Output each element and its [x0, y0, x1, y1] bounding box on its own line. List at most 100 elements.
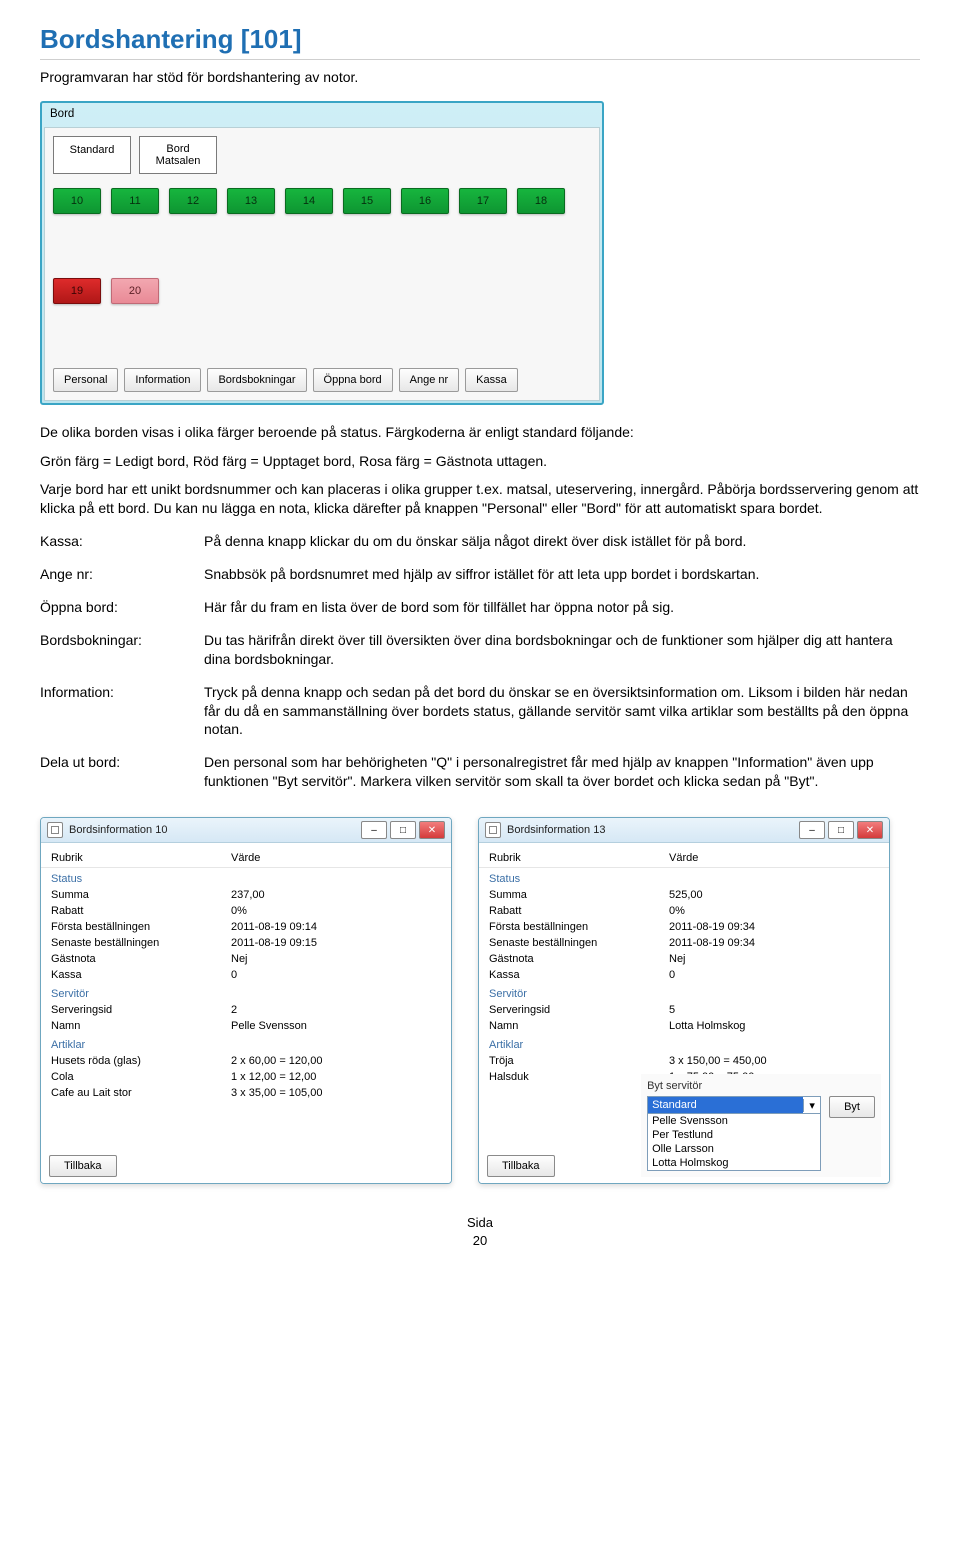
value-forsta: 2011-08-19 09:14 — [221, 919, 451, 935]
action-button[interactable]: Information — [124, 368, 201, 392]
table-tile-20[interactable]: 20 — [111, 278, 159, 304]
artikel-calc: 1 x 12,00 = 12,00 — [221, 1069, 451, 1085]
info-table-b: RubrikVärde Status Summa525,00 Rabatt0% … — [479, 849, 889, 1085]
label-kassa: Kassa — [479, 967, 659, 983]
section-artiklar: Artiklar — [41, 1034, 451, 1053]
label-forsta: Första beställningen — [41, 919, 221, 935]
servitor-dropdown-selected: Standard — [648, 1097, 803, 1113]
tillbaka-button[interactable]: Tillbaka — [487, 1155, 555, 1177]
close-icon[interactable]: ✕ — [419, 821, 445, 839]
close-icon[interactable]: ✕ — [857, 821, 883, 839]
byt-button[interactable]: Byt — [829, 1096, 875, 1118]
servitor-option[interactable]: Lotta Holmskog — [648, 1156, 820, 1170]
maximize-icon[interactable]: □ — [828, 821, 854, 839]
servitor-option[interactable]: Olle Larsson — [648, 1142, 820, 1156]
def-desc: Här får du fram en lista över de bord so… — [204, 598, 920, 617]
value-forsta: 2011-08-19 09:34 — [659, 919, 889, 935]
window-icon — [485, 822, 501, 838]
value-kassa: 0 — [221, 967, 451, 983]
minimize-icon[interactable]: – — [799, 821, 825, 839]
info-dialog-row: Bordsinformation 10 – □ ✕ RubrikVärde St… — [40, 817, 920, 1184]
byt-servitor-label: Byt servitör — [647, 1080, 875, 1092]
room-tab[interactable]: BordMatsalen — [139, 136, 217, 174]
label-senaste: Senaste beställningen — [479, 935, 659, 951]
room-tab[interactable]: Standard — [53, 136, 131, 174]
page-heading: Bordshantering [101] — [40, 22, 920, 60]
value-servid: 5 — [659, 1002, 889, 1018]
value-senaste: 2011-08-19 09:15 — [221, 935, 451, 951]
def-desc: På denna knapp klickar du om du önskar s… — [204, 532, 920, 551]
table-tile-13[interactable]: 13 — [227, 188, 275, 214]
section-artiklar: Artiklar — [479, 1034, 889, 1053]
value-rabatt: 0% — [659, 903, 889, 919]
paragraph-2: Grön färg = Ledigt bord, Röd färg = Uppt… — [40, 452, 920, 471]
action-button[interactable]: Kassa — [465, 368, 518, 392]
label-rabatt: Rabatt — [479, 903, 659, 919]
value-summa: 525,00 — [659, 887, 889, 903]
value-kassa: 0 — [659, 967, 889, 983]
table-tile-10[interactable]: 10 — [53, 188, 101, 214]
label-gastnota: Gästnota — [41, 951, 221, 967]
footer-sida: Sida — [40, 1214, 920, 1232]
action-button[interactable]: Personal — [53, 368, 118, 392]
artikel-name: Cafe au Lait stor — [41, 1085, 221, 1101]
room-tab-row: StandardBordMatsalen — [53, 136, 591, 174]
artikel-calc: 3 x 150,00 = 450,00 — [659, 1053, 889, 1069]
artikel-name: Husets röda (glas) — [41, 1053, 221, 1069]
table-tile-17[interactable]: 17 — [459, 188, 507, 214]
label-gastnota: Gästnota — [479, 951, 659, 967]
table-tile-14[interactable]: 14 — [285, 188, 333, 214]
tillbaka-button[interactable]: Tillbaka — [49, 1155, 117, 1177]
label-servid: Serveringsid — [479, 1002, 659, 1018]
value-rabatt: 0% — [221, 903, 451, 919]
definition-list: Kassa: På denna knapp klickar du om du ön… — [40, 532, 920, 791]
servitor-dropdown[interactable]: Standard ▾ — [647, 1096, 821, 1114]
action-button[interactable]: Bordsbokningar — [207, 368, 306, 392]
footer-page-number: 20 — [40, 1232, 920, 1250]
label-forsta: Första beställningen — [479, 919, 659, 935]
action-button[interactable]: Ange nr — [399, 368, 460, 392]
artikel-name: Tröja — [479, 1053, 659, 1069]
table-tile-19[interactable]: 19 — [53, 278, 101, 304]
col-varde: Värde — [659, 849, 889, 868]
info-table-a: RubrikVärde Status Summa237,00 Rabatt0% … — [41, 849, 451, 1101]
window-icon — [47, 822, 63, 838]
value-namn: Pelle Svensson — [221, 1018, 451, 1034]
col-rubrik: Rubrik — [479, 849, 659, 868]
def-desc: Den personal som har behörigheten "Q" i … — [204, 753, 920, 791]
label-senaste: Senaste beställningen — [41, 935, 221, 951]
table-tile-16[interactable]: 16 — [401, 188, 449, 214]
dialog-title: Bordsinformation 10 — [69, 824, 358, 836]
def-term: Bordsbokningar: — [40, 631, 188, 669]
dialog-bord-13: Bordsinformation 13 – □ ✕ RubrikVärde St… — [478, 817, 890, 1184]
section-servitor: Servitör — [41, 983, 451, 1002]
section-servitor: Servitör — [479, 983, 889, 1002]
label-servid: Serveringsid — [41, 1002, 221, 1018]
section-status: Status — [479, 868, 889, 888]
value-servid: 2 — [221, 1002, 451, 1018]
action-button[interactable]: Öppna bord — [313, 368, 393, 392]
table-tile-15[interactable]: 15 — [343, 188, 391, 214]
def-term: Dela ut bord: — [40, 753, 188, 791]
bord-window-title: Bord — [42, 103, 602, 125]
bottom-button-row: PersonalInformationBordsbokningar Öppna b… — [53, 368, 591, 392]
servitor-option[interactable]: Pelle Svensson — [648, 1114, 820, 1128]
servitor-dropdown-list[interactable]: Pelle SvenssonPer TestlundOlle LarssonLo… — [647, 1114, 821, 1171]
value-gastnota: Nej — [659, 951, 889, 967]
def-term: Kassa: — [40, 532, 188, 551]
section-status: Status — [41, 868, 451, 888]
value-gastnota: Nej — [221, 951, 451, 967]
paragraph-3: Varje bord har ett unikt bordsnummer och… — [40, 480, 920, 518]
label-summa: Summa — [479, 887, 659, 903]
artikel-name: Halsduk — [479, 1069, 659, 1085]
table-tile-11[interactable]: 11 — [111, 188, 159, 214]
minimize-icon[interactable]: – — [361, 821, 387, 839]
maximize-icon[interactable]: □ — [390, 821, 416, 839]
table-tile-18[interactable]: 18 — [517, 188, 565, 214]
col-rubrik: Rubrik — [41, 849, 221, 868]
def-term: Ange nr: — [40, 565, 188, 584]
byt-servitor-panel: Byt servitör Standard ▾ Pelle SvenssonPe… — [641, 1074, 881, 1177]
dialog-title: Bordsinformation 13 — [507, 824, 796, 836]
servitor-option[interactable]: Per Testlund — [648, 1128, 820, 1142]
table-tile-12[interactable]: 12 — [169, 188, 217, 214]
